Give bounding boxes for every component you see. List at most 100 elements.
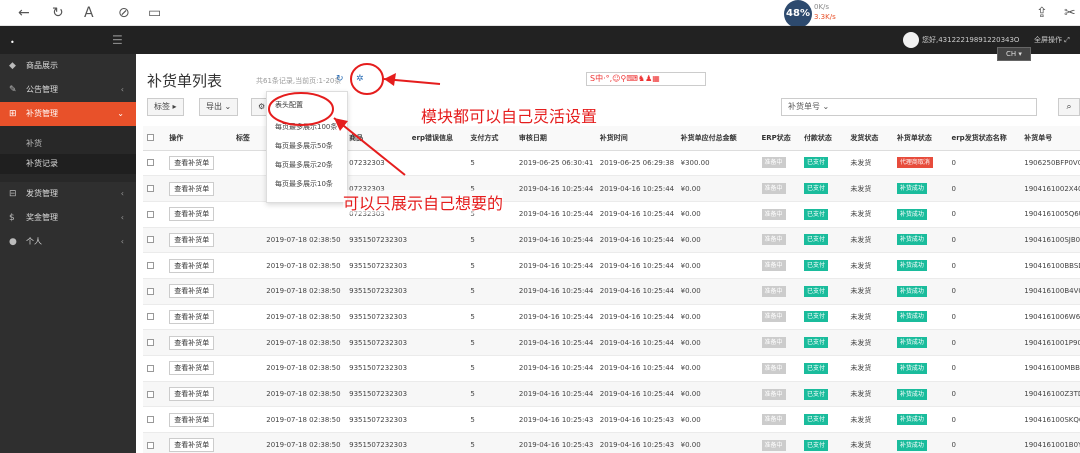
- page-size-menu-item[interactable]: 每页最多展示20条: [267, 156, 347, 175]
- menu-toggle-icon[interactable]: ☰: [112, 33, 123, 47]
- column-header[interactable]: 付款状态: [799, 126, 847, 151]
- speed-widget[interactable]: 48% 0K/s 3.3K/s: [780, 0, 850, 28]
- view-order-button[interactable]: 查看补货单: [169, 387, 215, 402]
- page-size-menu-item[interactable]: 每页最多展示100条: [267, 118, 347, 137]
- header-config-menu-item[interactable]: 表头配置: [267, 92, 347, 118]
- column-header[interactable]: 补货时间: [595, 126, 677, 151]
- settings-icon[interactable]: ✲: [356, 74, 364, 84]
- total-amount-cell: ¥0.00: [676, 406, 758, 434]
- view-order-button[interactable]: 查看补货单: [169, 361, 215, 376]
- column-header[interactable]: 补货单应付总金额: [676, 126, 758, 151]
- row-checkbox-cell[interactable]: [143, 304, 166, 331]
- view-order-button[interactable]: 查看补货单: [169, 181, 215, 196]
- restock-time-cell: 2019-04-16 10:25:44: [595, 175, 677, 202]
- column-header[interactable]: erp发货状态名称: [947, 126, 1021, 151]
- table-row[interactable]: 查看补货单 07232303 5 2019-04-16 10:25:44 2019-04…: [143, 201, 1080, 228]
- row-checkbox[interactable]: [147, 236, 154, 244]
- row-checkbox-cell[interactable]: [143, 278, 166, 305]
- table-row[interactable]: 查看补货单 2019-07-18 02:38:50 9351507232303 5 20…: [143, 304, 1080, 331]
- column-header[interactable]: 补货单状态: [892, 126, 948, 151]
- column-header[interactable]: 支付方式: [466, 126, 515, 151]
- row-checkbox[interactable]: [147, 339, 154, 347]
- language-select[interactable]: CH ▾: [997, 47, 1031, 61]
- view-order-button[interactable]: 查看补货单: [169, 284, 215, 299]
- table-row[interactable]: 查看补货单 2019-07-18 02:38:50 9351507232303 5 20…: [143, 227, 1080, 254]
- column-header[interactable]: 补货单号: [1020, 126, 1080, 151]
- select-all-checkbox[interactable]: [147, 134, 154, 142]
- table-row[interactable]: 查看补货单 2019-07-18 02:38:50 9351507232303 5 20…: [143, 329, 1080, 356]
- table-row[interactable]: 查看补货单 2019-07-18 02:38:50 9351507232303 5 20…: [143, 406, 1080, 434]
- scissors-icon[interactable]: ✂: [1064, 4, 1076, 22]
- sidebar-subitem-restock[interactable]: 补货: [0, 134, 136, 154]
- view-order-button[interactable]: 查看补货单: [169, 438, 215, 453]
- search-field-select[interactable]: 补货单号 ⌄: [781, 98, 1037, 116]
- view-order-button[interactable]: 查看补货单: [169, 207, 215, 222]
- window-icon[interactable]: ▭: [148, 4, 161, 22]
- tag-button[interactable]: 标签 ▸: [147, 98, 184, 116]
- table-row[interactable]: 查看补货单 2019-07-18 02:38:50 9351507232303 5 20…: [143, 432, 1080, 453]
- column-header[interactable]: 标签: [231, 126, 263, 151]
- row-checkbox[interactable]: [147, 287, 154, 295]
- view-order-button[interactable]: 查看补货单: [169, 412, 215, 427]
- view-order-button[interactable]: 查看补货单: [169, 335, 215, 350]
- sidebar-subitem-restock-records[interactable]: 补货记录: [0, 154, 136, 174]
- row-checkbox[interactable]: [147, 416, 154, 424]
- fullscreen-button[interactable]: 全屏操作 ⤢: [1034, 35, 1070, 45]
- page-size-menu-item[interactable]: 每页最多展示50条: [267, 137, 347, 156]
- row-checkbox-cell[interactable]: [143, 175, 166, 202]
- avatar[interactable]: [903, 32, 919, 48]
- row-checkbox-cell[interactable]: [143, 381, 166, 408]
- link-icon[interactable]: ⊘: [118, 4, 130, 22]
- row-checkbox[interactable]: [147, 185, 154, 193]
- user-name[interactable]: 您好,43122219891220343O: [922, 35, 1019, 45]
- row-checkbox-cell[interactable]: [143, 329, 166, 356]
- refresh-icon[interactable]: ↻: [336, 74, 344, 84]
- erp-status-cell: 准备中: [757, 329, 800, 356]
- row-checkbox-cell[interactable]: [143, 227, 166, 254]
- reload-icon[interactable]: ↻: [52, 4, 64, 22]
- view-order-button[interactable]: 查看补货单: [169, 309, 215, 324]
- back-icon[interactable]: ←: [18, 4, 30, 22]
- sidebar-item-restock[interactable]: ⊞ 补货管理 ⌄: [0, 102, 136, 126]
- row-checkbox[interactable]: [147, 390, 154, 398]
- actions-cell: 查看补货单: [165, 252, 232, 279]
- table-row[interactable]: 查看补货单 2019-07-18 02:38:50 9351507232303 5 20…: [143, 252, 1080, 279]
- sidebar-item-bonus[interactable]: $ 奖金管理 ‹: [0, 206, 136, 230]
- row-checkbox-cell[interactable]: [143, 201, 166, 228]
- share-icon[interactable]: ⇪: [1036, 4, 1048, 22]
- sidebar-item-personal[interactable]: ● 个人 ‹: [0, 230, 136, 254]
- row-checkbox-cell[interactable]: [143, 406, 166, 434]
- row-checkbox[interactable]: [147, 364, 154, 372]
- row-checkbox-cell[interactable]: [143, 252, 166, 279]
- table-row[interactable]: 查看补货单 2019-07-18 02:38:50 9351507232303 5 20…: [143, 355, 1080, 382]
- column-header[interactable]: 审核日期: [514, 126, 596, 151]
- select-all-checkbox-cell[interactable]: [143, 126, 166, 151]
- row-checkbox-cell[interactable]: [143, 355, 166, 382]
- reader-icon[interactable]: A: [84, 4, 94, 22]
- row-checkbox-cell[interactable]: [143, 150, 166, 177]
- total-amount-cell: ¥0.00: [676, 201, 758, 228]
- sidebar-item-products[interactable]: ◆ 商品展示: [0, 54, 136, 78]
- column-header[interactable]: 发货状态: [846, 126, 893, 151]
- row-checkbox[interactable]: [147, 262, 154, 270]
- column-header[interactable]: ERP状态: [757, 126, 800, 151]
- page-size-menu-item[interactable]: 每页最多展示10条: [267, 175, 347, 194]
- export-button[interactable]: 导出 ⌄: [199, 98, 239, 116]
- view-order-button[interactable]: 查看补货单: [169, 232, 215, 247]
- table-row[interactable]: 查看补货单 2019-07-18 02:38:50 9351507232303 5 20…: [143, 278, 1080, 305]
- row-checkbox-cell[interactable]: [143, 432, 166, 453]
- view-order-button[interactable]: 查看补货单: [169, 155, 215, 170]
- sidebar-item-notices[interactable]: ✎ 公告管理 ‹: [0, 78, 136, 102]
- search-icon[interactable]: ⌕: [1058, 98, 1080, 116]
- sidebar-item-shipping[interactable]: ⊟ 发货管理 ‹: [0, 182, 136, 206]
- row-checkbox[interactable]: [147, 159, 154, 167]
- view-order-button[interactable]: 查看补货单: [169, 258, 215, 273]
- row-checkbox[interactable]: [147, 441, 154, 449]
- column-header[interactable]: 商品: [345, 126, 408, 151]
- column-header[interactable]: 操作: [165, 126, 232, 151]
- ime-toolbar[interactable]: S中·°,☺⚲⌨♞♟▦: [586, 72, 706, 86]
- row-checkbox[interactable]: [147, 210, 154, 218]
- table-row[interactable]: 查看补货单 2019-07-18 02:38:50 9351507232303 5 20…: [143, 381, 1080, 408]
- row-checkbox[interactable]: [147, 313, 154, 321]
- column-header[interactable]: erp错误信息: [407, 126, 467, 151]
